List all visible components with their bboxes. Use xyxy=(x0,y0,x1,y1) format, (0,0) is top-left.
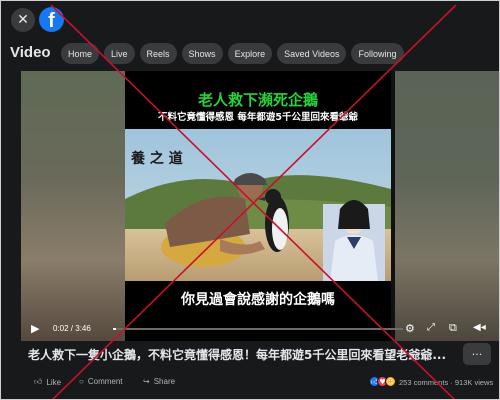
comment-button[interactable]: ○ Comment xyxy=(79,377,123,386)
video-nav: Video Home Live Reels Shows Explore Save… xyxy=(1,41,499,67)
video-player[interactable]: 老人救下瀕死企鵝 不料它竟懂得感恩 每年都遊5千公里回來看爺爺 養 之 道 你見… xyxy=(21,71,499,341)
watermark-text: 養 之 道 xyxy=(130,150,183,167)
more-options-button[interactable]: ··· xyxy=(463,343,491,365)
picture-in-picture-icon[interactable]: ⧉ xyxy=(449,321,457,335)
video-frame: 老人救下瀕死企鵝 不料它竟懂得感恩 每年都遊5千公里回來看爺爺 養 之 道 你見… xyxy=(125,71,391,341)
tab-explore[interactable]: Explore xyxy=(227,43,273,64)
fullscreen-icon[interactable]: ⤢ xyxy=(427,322,435,333)
comment-bubble-icon: ○ xyxy=(79,377,84,386)
thumbs-up-icon: 👍︎ xyxy=(34,377,43,386)
tab-live[interactable]: Live xyxy=(104,43,135,64)
like-button[interactable]: 👍︎ Like xyxy=(34,377,61,387)
progress-fill xyxy=(113,328,116,330)
tab-shows[interactable]: Shows xyxy=(181,43,223,64)
share-button[interactable]: ↪ Share xyxy=(143,377,175,386)
video-watch-screen: ✕ f Video Home Live Reels Shows Explore … xyxy=(0,0,500,400)
action-bar: 👍︎ Like ○ Comment ↪ Share 👍︎ ♥ ☺ 253 com… xyxy=(1,373,499,395)
top-bar: ✕ f xyxy=(1,1,499,39)
close-icon: ✕ xyxy=(17,12,29,28)
post-stats[interactable]: 253 comments · 913K views xyxy=(399,378,493,387)
haha-reaction-icon: ☺ xyxy=(385,376,396,387)
tab-home[interactable]: Home xyxy=(61,43,100,64)
video-subheadline: 不料它竟懂得感恩 每年都遊5千公里回來看爺爺 xyxy=(158,112,358,123)
settings-gear-icon[interactable]: ⚙ xyxy=(405,322,415,335)
progress-bar[interactable] xyxy=(113,328,403,330)
video-blur-right xyxy=(395,71,499,341)
video-caption: 你見過會說感謝的企鵝嗎 xyxy=(181,292,335,308)
video-headline: 老人救下瀕死企鵝 xyxy=(197,91,318,109)
play-icon[interactable]: ▶ xyxy=(31,322,39,335)
tab-saved-videos[interactable]: Saved Videos xyxy=(277,43,347,64)
reaction-icons[interactable]: 👍︎ ♥ ☺ xyxy=(369,376,396,387)
video-time: 0:02 / 3:46 xyxy=(53,324,91,333)
tab-following[interactable]: Following xyxy=(351,43,404,64)
video-scene: 養 之 道 xyxy=(125,129,391,281)
video-blur-left xyxy=(21,71,125,341)
share-arrow-icon: ↪ xyxy=(143,377,150,386)
post-title[interactable]: 老人救下一隻小企鵝，不料它竟懂得感恩！每年都遊5千公里回來看望老爺爺... xyxy=(28,346,448,363)
page-title: Video xyxy=(10,44,51,61)
video-scene-image: 養 之 道 xyxy=(125,129,391,281)
close-button[interactable]: ✕ xyxy=(11,8,35,32)
video-controls: ▶ 0:02 / 3:46 ⚙ ⤢ ⧉ ◀◂ xyxy=(21,319,499,341)
more-icon: ··· xyxy=(471,347,483,361)
nav-tabs: Home Live Reels Shows Explore Saved Vide… xyxy=(61,43,404,64)
tab-reels[interactable]: Reels xyxy=(139,43,177,64)
facebook-logo[interactable]: f xyxy=(39,7,64,32)
volume-icon[interactable]: ◀◂ xyxy=(473,322,486,333)
